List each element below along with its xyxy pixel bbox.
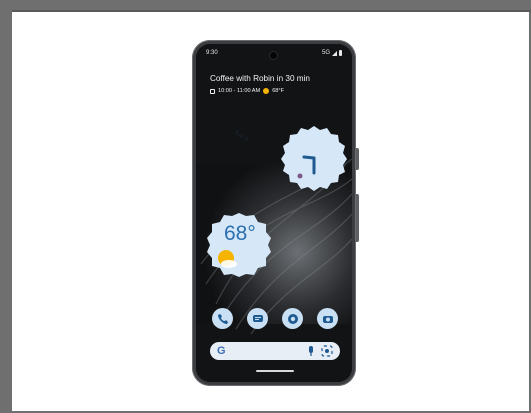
weather-temp: 68° [224, 222, 256, 245]
camera-icon [322, 315, 333, 323]
mic-icon[interactable] [305, 345, 317, 357]
event-title[interactable]: Coffee with Robin in 30 min [210, 74, 310, 83]
event-time-range: 10:00 - 11:00 AM [218, 88, 261, 94]
front-camera [270, 52, 277, 59]
clock-dot [297, 173, 303, 179]
chrome-icon [287, 313, 298, 324]
status-time: 9:30 [206, 50, 218, 56]
messages-icon [252, 314, 263, 322]
volume-button [356, 194, 359, 242]
minute-hand [302, 155, 316, 160]
gesture-nav-bar[interactable] [256, 370, 294, 372]
weather-cloud-icon [221, 260, 237, 268]
chrome-app-button[interactable] [282, 308, 303, 329]
network-label: 5G [321, 50, 330, 56]
phone-frame: 9:30 5G Coffee with Robin in 30 min 10:0… [192, 40, 356, 386]
status-right: 5G [322, 50, 342, 56]
lens-icon[interactable] [321, 345, 333, 357]
phone-icon [217, 313, 228, 324]
sun-icon [263, 88, 270, 94]
messages-app-button[interactable] [247, 308, 268, 329]
camera-app-button[interactable] [317, 308, 338, 329]
event-details[interactable]: 10:00 - 11:00 AM 68°F [210, 88, 284, 94]
battery-icon [339, 50, 342, 56]
signal-icon [332, 50, 337, 56]
power-button [356, 148, 359, 170]
google-logo: G [217, 345, 226, 357]
google-search-bar[interactable]: G [210, 342, 340, 360]
app-dock [212, 308, 338, 330]
phone-app-button[interactable] [212, 308, 233, 329]
clock-widget[interactable] [280, 124, 348, 192]
phone-screen: 9:30 5G Coffee with Robin in 30 min 10:0… [196, 44, 352, 382]
calendar-icon [210, 88, 215, 94]
event-temp: 68°F [272, 88, 285, 94]
